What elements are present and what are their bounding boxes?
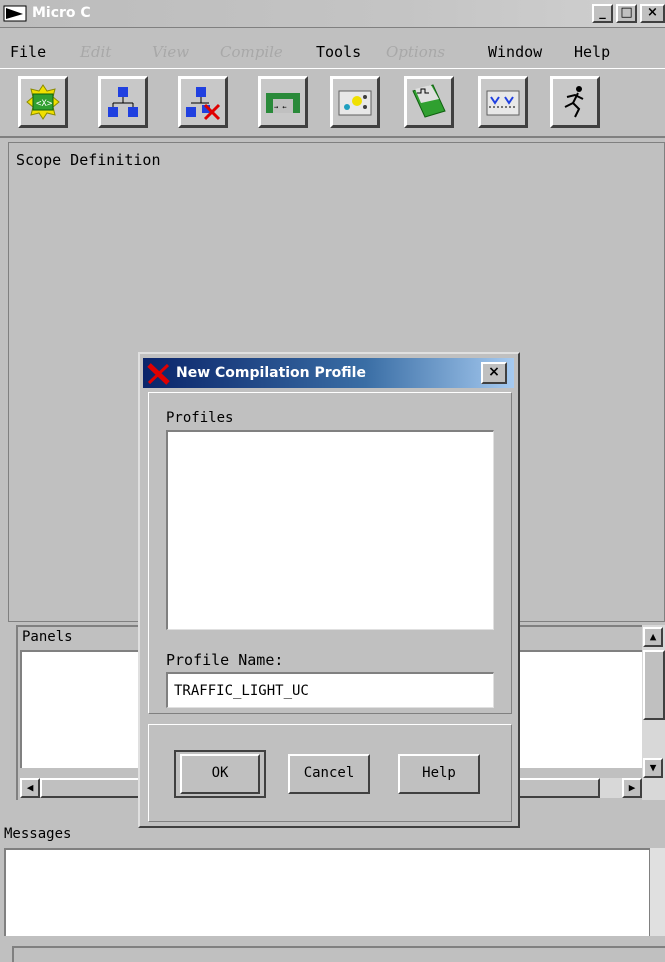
panels-label: Panels <box>22 629 73 645</box>
connect-icon: → ← <box>266 93 300 113</box>
hierarchy-delete-button[interactable] <box>178 76 228 128</box>
status-bar <box>12 946 665 962</box>
waveform-stack-icon <box>412 84 446 118</box>
scroll-up-arrow[interactable]: ▲ <box>643 627 663 647</box>
chip-button[interactable]: <X> <box>18 76 68 128</box>
probe-board-button[interactable] <box>330 76 380 128</box>
scope-definition-label: Scope Definition <box>16 151 161 169</box>
scroll-down-arrow[interactable]: ▼ <box>643 758 663 778</box>
dialog-close-button[interactable]: × <box>481 362 507 384</box>
profiles-list[interactable] <box>166 430 494 630</box>
connect-button[interactable]: → ← <box>258 76 308 128</box>
scroll-left-arrow[interactable]: ◀ <box>20 778 40 798</box>
help-button[interactable]: Help <box>398 754 480 794</box>
menu-view[interactable]: View <box>152 43 189 61</box>
dialog-title: New Compilation Profile <box>176 365 366 381</box>
minimize-button[interactable]: _ <box>592 4 613 23</box>
messages-box[interactable] <box>4 848 649 936</box>
app-window-icon[interactable] <box>3 4 29 24</box>
window-title-bar[interactable] <box>0 0 665 28</box>
waveform-stack-button[interactable] <box>404 76 454 128</box>
menu-compile[interactable]: Compile <box>220 43 283 61</box>
ok-button[interactable]: OK <box>180 754 260 794</box>
profile-name-input[interactable] <box>166 672 494 708</box>
window-title: Micro C <box>32 5 91 21</box>
trigger-icon <box>486 90 520 116</box>
close-button[interactable]: × <box>640 4 665 23</box>
chip-icon: <X> <box>26 84 60 120</box>
profile-name-label: Profile Name: <box>166 651 284 669</box>
panels-scroll-thumb[interactable] <box>643 650 665 720</box>
x-logo-icon <box>146 363 172 385</box>
trigger-button[interactable] <box>478 76 528 128</box>
svg-text:→ ←: → ← <box>274 103 287 111</box>
menu-window[interactable]: Window <box>488 43 542 61</box>
hierarchy-icon <box>108 87 138 117</box>
menu-help[interactable]: Help <box>574 43 610 61</box>
hierarchy-delete-icon <box>186 87 221 121</box>
menu-options[interactable]: Options <box>386 43 445 61</box>
menu-file[interactable]: File <box>10 43 46 61</box>
scroll-right-arrow[interactable]: ▶ <box>622 778 642 798</box>
probe-board-icon <box>338 90 372 116</box>
messages-vertical-scrollbar[interactable] <box>649 848 665 936</box>
menu-edit[interactable]: Edit <box>80 43 111 61</box>
hierarchy-button[interactable] <box>98 76 148 128</box>
messages-label: Messages <box>4 826 72 842</box>
profiles-label: Profiles <box>166 410 234 426</box>
svg-text:<X>: <X> <box>36 99 53 109</box>
run-icon <box>564 86 584 118</box>
menu-tools[interactable]: Tools <box>316 43 361 61</box>
run-button[interactable] <box>550 76 600 128</box>
maximize-button[interactable]: □ <box>616 4 637 23</box>
cancel-button[interactable]: Cancel <box>288 754 370 794</box>
